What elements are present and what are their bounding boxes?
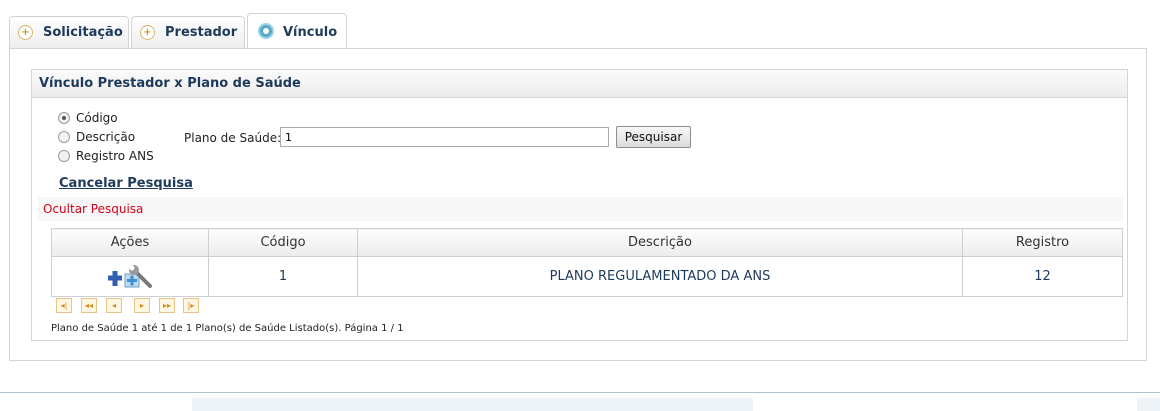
radio-button[interactable]	[58, 111, 70, 124]
footer-strip	[192, 398, 753, 411]
tab-content: Vínculo Prestador x Plano de Saúde Códig…	[9, 48, 1147, 361]
tab-label: Solicitação	[43, 25, 123, 40]
next-page-icon[interactable]: ▸	[134, 298, 150, 313]
plus-circle-icon: +	[140, 25, 155, 40]
tab-solicitacao[interactable]: + Solicitação	[9, 16, 129, 48]
plano-de-saude-input[interactable]	[280, 127, 609, 147]
radio-button[interactable]	[58, 149, 70, 162]
panel-title: Vínculo Prestador x Plano de Saúde	[32, 70, 1127, 98]
results-table: Ações Código Descrição Registro 1 PLANO …	[51, 228, 1123, 297]
pagination-info: Plano de Saúde 1 até 1 de 1 Plano(s) de …	[51, 323, 404, 334]
hide-search-link[interactable]: Ocultar Pesquisa	[43, 202, 143, 216]
radio-label: Registro ANS	[76, 149, 154, 163]
tab-vinculo[interactable]: Vínculo	[247, 13, 347, 49]
configure-wrench-icon[interactable]	[124, 264, 154, 290]
plano-de-saude-label: Plano de Saúde:	[184, 131, 282, 145]
plus-circle-icon: +	[18, 25, 33, 40]
descricao-cell: PLANO REGULAMENTADO DA ANS	[357, 256, 963, 297]
radio-option-registro-ans[interactable]: Registro ANS	[58, 148, 154, 164]
first-page-icon[interactable]: ◂|	[56, 298, 72, 313]
radio-active-icon	[258, 23, 274, 39]
column-header-descricao[interactable]: Descrição	[357, 228, 963, 257]
radio-button[interactable]	[58, 130, 70, 143]
footer-divider	[0, 392, 1160, 393]
codigo-cell: 1	[208, 256, 358, 297]
last-page-icon[interactable]: |▸	[183, 298, 199, 313]
radio-option-descricao[interactable]: Descrição	[58, 129, 135, 145]
actions-cell	[51, 256, 209, 297]
next-fast-icon[interactable]: ▸▸	[159, 298, 175, 313]
add-icon[interactable]	[106, 268, 124, 286]
cancel-search-link[interactable]: Cancelar Pesquisa	[59, 176, 193, 191]
column-header-acoes[interactable]: Ações	[51, 228, 209, 257]
pesquisar-button[interactable]: Pesquisar	[616, 126, 691, 148]
column-header-registro[interactable]: Registro	[962, 228, 1123, 257]
footer-strip-right	[1137, 398, 1160, 411]
registro-cell: 12	[962, 256, 1123, 297]
column-header-codigo[interactable]: Código	[208, 228, 358, 257]
prev-fast-icon[interactable]: ◂◂	[81, 298, 97, 313]
tab-label: Vínculo	[283, 25, 338, 40]
hide-search-bar: Ocultar Pesquisa	[38, 197, 1123, 221]
radio-label: Código	[76, 111, 118, 125]
radio-option-codigo[interactable]: Código	[58, 110, 118, 126]
tab-prestador[interactable]: + Prestador	[131, 16, 245, 48]
table-row[interactable]: 1 PLANO REGULAMENTADO DA ANS 12	[51, 256, 1123, 297]
tab-label: Prestador	[165, 25, 238, 40]
radio-label: Descrição	[76, 130, 136, 144]
search-panel: Vínculo Prestador x Plano de Saúde Códig…	[31, 69, 1128, 341]
prev-page-icon[interactable]: ◂	[106, 298, 122, 313]
table-header-row: Ações Código Descrição Registro	[51, 228, 1123, 257]
